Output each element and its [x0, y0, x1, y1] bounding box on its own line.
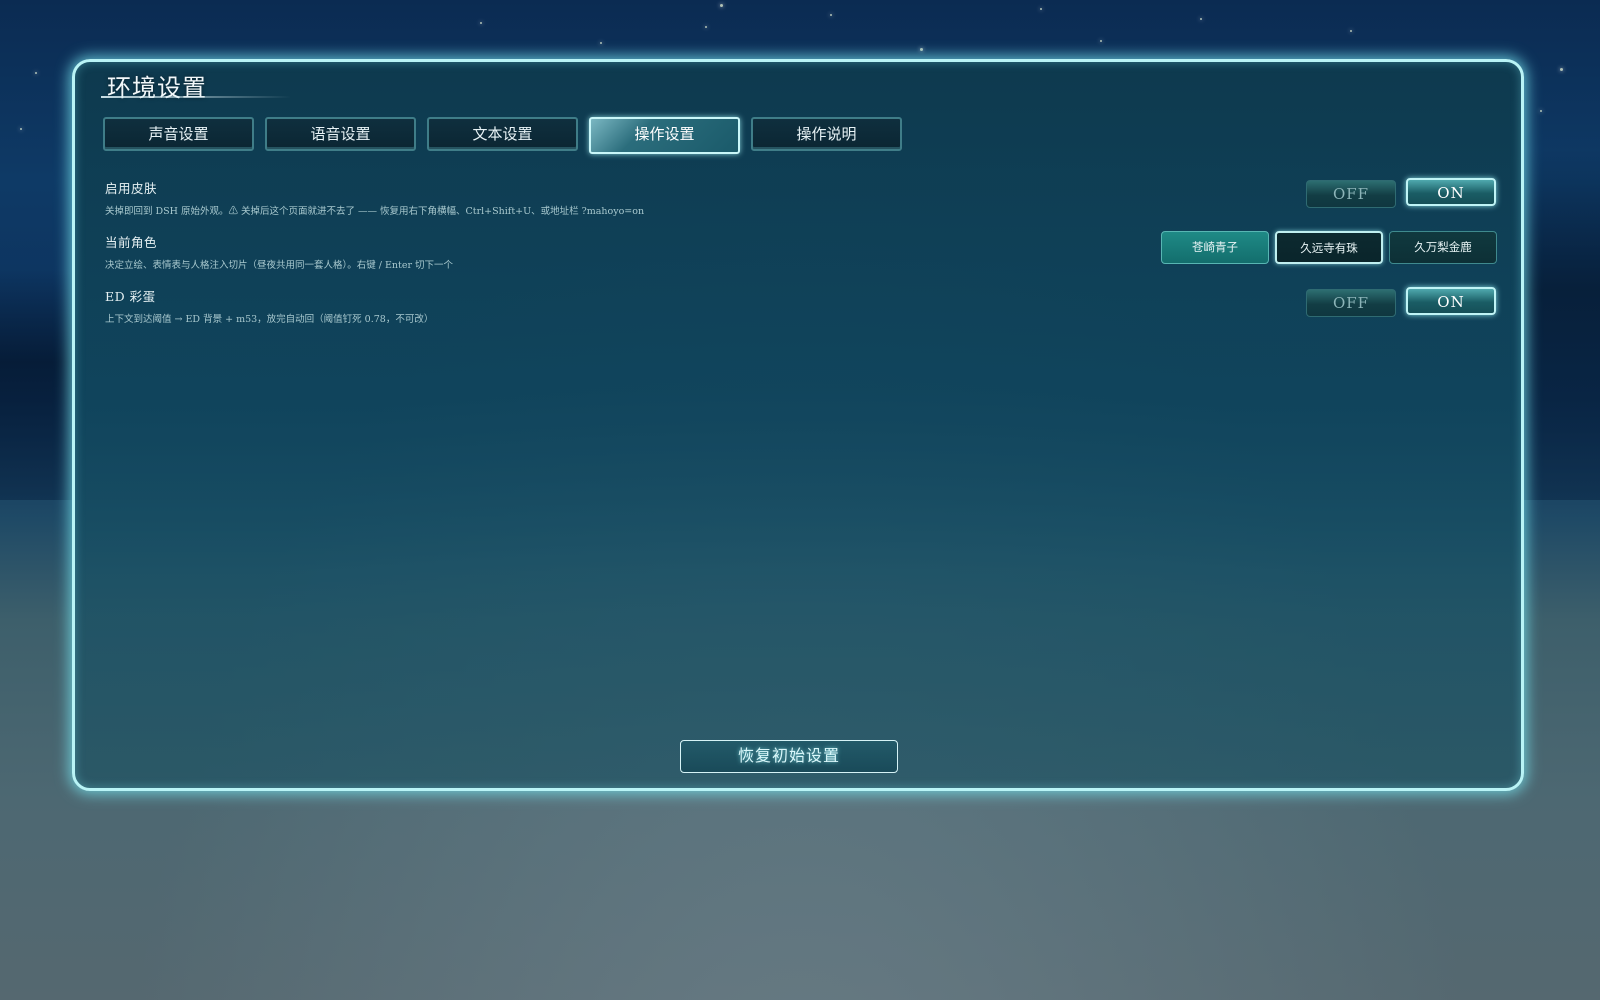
setting-character-title: 当前角色: [105, 235, 158, 250]
setting-ed-easter-desc: 上下文到达阈值 → ED 背景 + m53，放完自动回（阈值钉死 0.78，不可…: [105, 314, 434, 325]
tab-instructions[interactable]: 操作说明: [751, 117, 902, 151]
ed-easter-on-button[interactable]: ON: [1406, 287, 1496, 315]
setting-ed-easter-title: ED 彩蛋: [105, 289, 156, 304]
tab-voice[interactable]: 语音设置: [265, 117, 416, 151]
tab-operation[interactable]: 操作设置: [589, 117, 740, 154]
tab-bar: 声音设置 语音设置 文本设置 操作设置 操作说明: [103, 117, 902, 154]
ed-easter-off-button[interactable]: OFF: [1306, 289, 1396, 317]
skin-on-button[interactable]: ON: [1406, 178, 1496, 206]
background-trees-right: [1520, 150, 1600, 500]
character-option-kinka[interactable]: 久万梨金鹿: [1389, 231, 1497, 264]
skin-off-button[interactable]: OFF: [1306, 180, 1396, 208]
reset-defaults-button[interactable]: 恢复初始设置: [680, 740, 898, 773]
character-option-alice[interactable]: 久远寺有珠: [1275, 231, 1383, 264]
setting-character: 当前角色 决定立绘、表情表与人格注入切片（昼夜共用同一套人格）。右键 / Ent…: [105, 232, 453, 271]
setting-ed-easter: ED 彩蛋 上下文到达阈值 → ED 背景 + m53，放完自动回（阈值钉死 0…: [105, 286, 433, 325]
tab-sound[interactable]: 声音设置: [103, 117, 254, 151]
tab-text[interactable]: 文本设置: [427, 117, 578, 151]
setting-skin: 启用皮肤 关掉即回到 DSH 原始外观。⚠ 关掉后这个页面就进不去了 —— 恢复…: [105, 178, 644, 217]
character-option-aoko[interactable]: 苍崎青子: [1161, 231, 1269, 264]
settings-panel: 环境设置 声音设置 语音设置 文本设置 操作设置 操作说明 启用皮肤 关掉即回到…: [72, 59, 1524, 791]
title-underline: [101, 96, 291, 98]
setting-skin-title: 启用皮肤: [105, 181, 158, 196]
setting-character-desc: 决定立绘、表情表与人格注入切片（昼夜共用同一套人格）。右键 / Enter 切下…: [105, 260, 454, 271]
setting-skin-desc: 关掉即回到 DSH 原始外观。⚠ 关掉后这个页面就进不去了 —— 恢复用右下角横…: [105, 206, 645, 217]
background-trees-left: [0, 270, 80, 500]
